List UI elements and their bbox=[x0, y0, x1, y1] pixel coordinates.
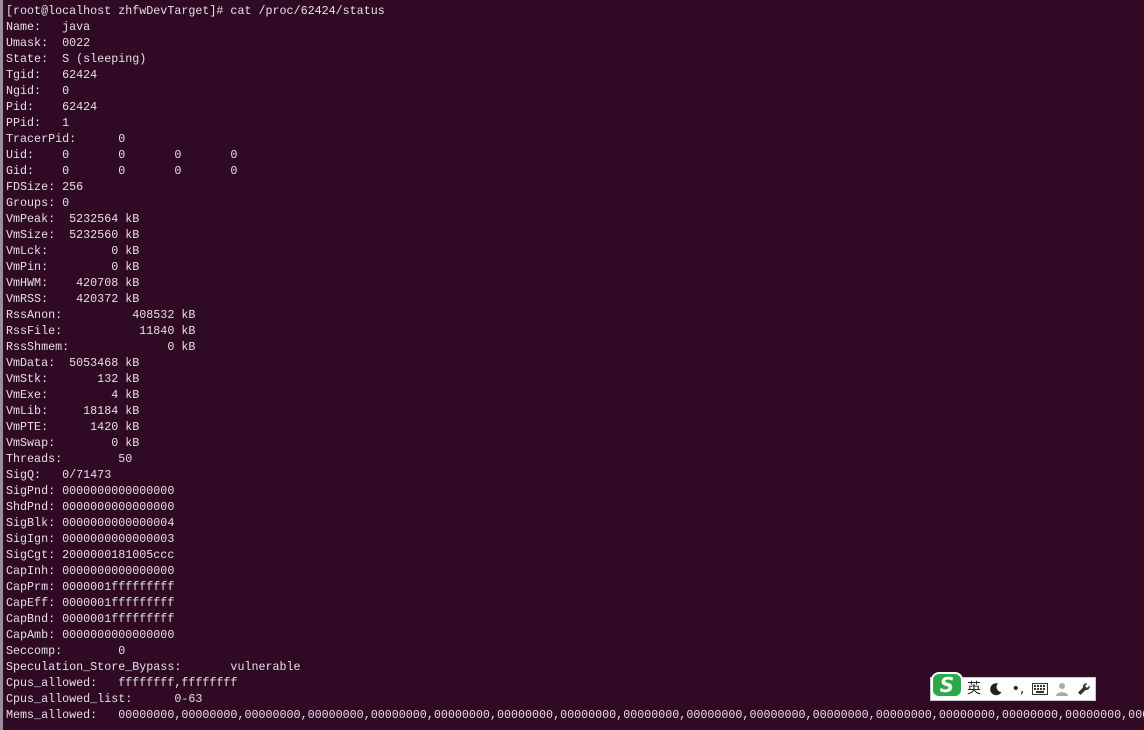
terminal-window[interactable]: [root@localhost zhfwDevTarget]# cat /pro… bbox=[0, 0, 1144, 730]
terminal-line: VmLib: 18184 kB bbox=[6, 404, 140, 418]
terminal-line: Seccomp: 0 bbox=[6, 644, 126, 658]
terminal-line: Groups: 0 bbox=[6, 196, 70, 210]
language-toggle[interactable]: 英 bbox=[965, 679, 983, 699]
terminal-line: SigCgt: 2000000181005ccc bbox=[6, 548, 175, 562]
person-icon[interactable] bbox=[1053, 682, 1071, 696]
ime-toolbar[interactable]: S 英 •, bbox=[930, 674, 1096, 701]
terminal-line: SigIgn: 0000000000000003 bbox=[6, 532, 175, 546]
terminal-line: PPid: 1 bbox=[6, 116, 70, 130]
shell-prompt-line: [root@localhost zhfwDevTarget]# cat /pro… bbox=[6, 4, 385, 18]
terminal-line: Pid: 62424 bbox=[6, 100, 98, 114]
terminal-line: CapPrm: 0000001fffffffff bbox=[6, 580, 175, 594]
terminal-line: Gid: 0 0 0 0 bbox=[6, 164, 238, 178]
terminal-line: VmRSS: 420372 kB bbox=[6, 292, 140, 306]
terminal-line: SigQ: 0/71473 bbox=[6, 468, 112, 482]
terminal-line: CapBnd: 0000001fffffffff bbox=[6, 612, 175, 626]
wrench-icon[interactable] bbox=[1075, 682, 1093, 696]
terminal-line: CapAmb: 0000000000000000 bbox=[6, 628, 175, 642]
terminal-line: RssAnon: 408532 kB bbox=[6, 308, 196, 322]
terminal-line: Threads: 50 bbox=[6, 452, 133, 466]
terminal-line: State: S (sleeping) bbox=[6, 52, 147, 66]
terminal-line: VmLck: 0 kB bbox=[6, 244, 140, 258]
keyboard-icon[interactable] bbox=[1031, 683, 1049, 695]
terminal-line: Mems_allowed: 00000000,00000000,00000000… bbox=[6, 708, 1144, 722]
terminal-line: VmData: 5053468 kB bbox=[6, 356, 140, 370]
punctuation-toggle[interactable]: •, bbox=[1009, 679, 1027, 699]
moon-icon[interactable] bbox=[987, 682, 1005, 696]
terminal-line: RssFile: 11840 kB bbox=[6, 324, 196, 338]
terminal-line: RssShmem: 0 kB bbox=[6, 340, 196, 354]
terminal-line: ShdPnd: 0000000000000000 bbox=[6, 500, 175, 514]
terminal-line: Umask: 0022 bbox=[6, 36, 91, 50]
terminal-line: SigPnd: 0000000000000000 bbox=[6, 484, 175, 498]
terminal-line: TracerPid: 0 bbox=[6, 132, 126, 146]
terminal-line: Ngid: 0 bbox=[6, 84, 70, 98]
terminal-line: Speculation_Store_Bypass: vulnerable bbox=[6, 660, 301, 674]
terminal-line: VmPTE: 1420 kB bbox=[6, 420, 140, 434]
terminal-line: Name: java bbox=[6, 20, 91, 34]
terminal-screen[interactable]: [root@localhost zhfwDevTarget]# cat /pro… bbox=[6, 3, 1144, 730]
terminal-line: VmStk: 132 kB bbox=[6, 372, 140, 386]
terminal-line: VmSize: 5232560 kB bbox=[6, 228, 140, 242]
terminal-line: Uid: 0 0 0 0 bbox=[6, 148, 238, 162]
terminal-line: VmPeak: 5232564 kB bbox=[6, 212, 140, 226]
terminal-line: VmPin: 0 kB bbox=[6, 260, 140, 274]
terminal-output: [root@localhost zhfwDevTarget]# cat /pro… bbox=[6, 3, 1144, 723]
terminal-line: CapEff: 0000001fffffffff bbox=[6, 596, 175, 610]
terminal-line: VmExe: 4 kB bbox=[6, 388, 140, 402]
terminal-line: FDSize: 256 bbox=[6, 180, 84, 194]
terminal-line: VmHWM: 420708 kB bbox=[6, 276, 140, 290]
sogou-logo-icon[interactable]: S bbox=[933, 674, 961, 696]
terminal-line: Tgid: 62424 bbox=[6, 68, 98, 82]
terminal-line: VmSwap: 0 kB bbox=[6, 436, 140, 450]
terminal-line: SigBlk: 0000000000000004 bbox=[6, 516, 175, 530]
terminal-line: CapInh: 0000000000000000 bbox=[6, 564, 175, 578]
